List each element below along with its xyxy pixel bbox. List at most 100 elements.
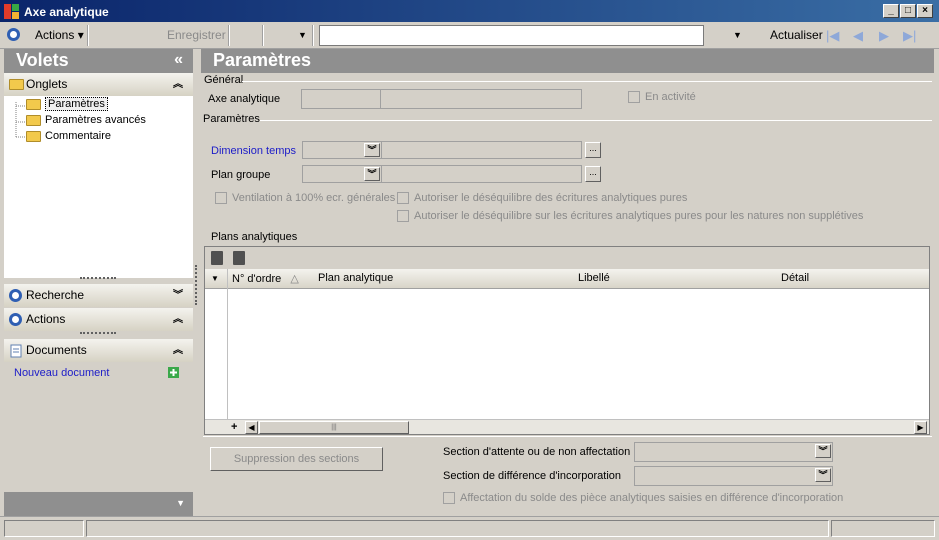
tree-lines [15, 102, 26, 138]
chevron-down-icon[interactable]: ︾ [815, 444, 831, 458]
checkbox-box[interactable] [628, 91, 640, 104]
checkbox-box[interactable] [397, 210, 409, 223]
chevron-up-icon[interactable]: ︽ [173, 308, 183, 331]
ventilation-checkbox[interactable]: Ventilation à 100% ecr. générales [215, 192, 395, 205]
column-header-ordre[interactable]: N° d'ordre △ [232, 272, 299, 285]
autoriser-desequilibre-checkbox[interactable]: Autoriser le déséquilibre des écritures … [397, 192, 687, 205]
print-dropdown-icon[interactable]: ▼ [298, 27, 307, 44]
close-button[interactable]: × [917, 4, 933, 18]
chevron-down-icon[interactable]: ︾ [173, 284, 183, 307]
tab-commentaire[interactable]: Commentaire [26, 129, 111, 144]
toolbar-separator [87, 25, 89, 46]
filter-dropdown-icon[interactable]: ▼ [733, 27, 742, 44]
section-difference-label: Section de différence d'incorporation [443, 470, 622, 482]
checkbox-box[interactable] [443, 492, 455, 505]
column-header-detail[interactable]: Détail [781, 272, 809, 284]
axe-analytique-label: Axe analytique [208, 93, 281, 105]
section-difference-combo[interactable]: ︾ [634, 466, 833, 486]
row-selector-dropdown-icon[interactable]: ▼ [211, 274, 219, 283]
add-row-icon[interactable] [211, 251, 223, 265]
last-record-icon[interactable]: ▶| [903, 27, 916, 44]
chevron-down-icon[interactable]: ︾ [364, 167, 380, 181]
status-cell [86, 520, 829, 537]
splitter-grip[interactable] [80, 277, 116, 281]
add-document-icon[interactable] [168, 367, 179, 378]
actions-menu-button[interactable]: Actions ▾ [35, 27, 84, 44]
checkbox-box[interactable] [397, 192, 409, 205]
app-logo-icon [4, 4, 19, 19]
scroll-right-icon[interactable]: ▶ [914, 421, 927, 434]
actions-section-header[interactable]: Actions ︽ [4, 308, 193, 331]
documents-section-header[interactable]: Documents ︽ [4, 339, 193, 362]
toolbar-separator [312, 25, 314, 46]
row-selector-column [227, 289, 228, 419]
search-input[interactable] [319, 25, 704, 46]
title-bar: Axe analytique _ □ × [0, 0, 939, 22]
checkbox-box[interactable] [215, 192, 227, 205]
sort-ascending-icon: △ [290, 273, 299, 285]
maximize-button[interactable]: □ [900, 4, 916, 18]
onglets-label: Onglets [26, 77, 68, 91]
axe-code-field[interactable] [301, 89, 381, 109]
window-title: Axe analytique [24, 5, 109, 19]
chevron-up-icon[interactable]: ︽ [173, 73, 183, 96]
scroll-left-icon[interactable]: ◀ [245, 421, 258, 434]
splitter-grip[interactable] [80, 332, 116, 336]
dimension-temps-browse-button[interactable]: ... [585, 142, 601, 158]
save-button[interactable]: Enregistrer [167, 27, 226, 44]
chevron-up-icon[interactable]: ︽ [173, 339, 183, 362]
parametres-group-label: Paramètres [203, 113, 260, 125]
chevron-down-icon[interactable]: ︾ [815, 468, 831, 482]
section-attente-combo[interactable]: ︾ [634, 442, 833, 462]
grid-horizontal-scrollbar[interactable]: + ◀ ||| ▶ [205, 419, 929, 434]
en-activite-checkbox[interactable]: En activité [628, 91, 696, 104]
affectation-solde-checkbox[interactable]: Affectation du solde des pièce analytiqu… [443, 492, 843, 505]
axe-description-field[interactable] [380, 89, 582, 109]
document-icon [10, 344, 22, 358]
actions-menu-icon[interactable] [7, 28, 20, 41]
autoriser-desequilibre-natures-checkbox[interactable]: Autoriser le déséquilibre sur les écritu… [397, 210, 863, 223]
onglets-section-header[interactable]: Onglets ︽ [4, 73, 193, 96]
group-divider [260, 120, 932, 121]
tab-parametres[interactable]: Paramètres [26, 97, 108, 112]
column-header-libelle[interactable]: Libellé [578, 272, 610, 284]
section-attente-label: Section d'attente ou de non affectation [443, 446, 631, 458]
vertical-splitter-grip[interactable] [195, 265, 199, 305]
refresh-button[interactable]: Actualiser [770, 27, 823, 44]
folder-icon [9, 79, 24, 90]
expand-down-icon[interactable]: ▼ [176, 498, 185, 508]
grid-header: ▼ N° d'ordre △ Plan analytique Libellé D… [205, 269, 929, 289]
previous-record-icon[interactable]: ◀ [853, 27, 863, 44]
plan-groupe-browse-button[interactable]: ... [585, 166, 601, 182]
left-panel-footer: ▼ [4, 492, 193, 516]
plan-groupe-combo[interactable]: ︾ [302, 165, 382, 183]
expand-rows-icon[interactable]: + [231, 421, 237, 433]
volets-header: Volets « [4, 49, 193, 73]
remove-row-icon[interactable] [233, 251, 245, 265]
status-cell [4, 520, 84, 537]
minimize-button[interactable]: _ [883, 4, 899, 18]
group-divider [242, 81, 932, 82]
plans-analytiques-label: Plans analytiques [211, 231, 298, 243]
tab-parametres-avances[interactable]: Paramètres avancés [26, 113, 146, 128]
page-title: Paramètres [213, 50, 312, 70]
suppression-sections-button[interactable]: Suppression des sections [210, 447, 383, 471]
plan-groupe-description [381, 165, 582, 183]
collapse-panel-button[interactable]: « [174, 51, 183, 69]
scroll-thumb[interactable]: ||| [259, 421, 409, 434]
recherche-icon [9, 289, 22, 302]
plans-analytiques-grid: ▼ N° d'ordre △ Plan analytique Libellé D… [204, 246, 930, 435]
next-record-icon[interactable]: ▶ [879, 27, 889, 44]
first-record-icon[interactable]: |◀ [826, 27, 839, 44]
chevron-down-icon[interactable]: ︾ [364, 143, 380, 157]
footer-divider [203, 436, 932, 437]
column-header-plan[interactable]: Plan analytique [318, 272, 393, 284]
dimension-temps-combo[interactable]: ︾ [302, 141, 382, 159]
parametres-header: Paramètres [201, 49, 934, 73]
toolbar-separator [228, 25, 230, 46]
dimension-temps-description [381, 141, 582, 159]
dimension-temps-label[interactable]: Dimension temps [211, 145, 296, 157]
new-document-link[interactable]: Nouveau document [14, 367, 109, 379]
recherche-section-header[interactable]: Recherche ︾ [4, 284, 193, 307]
open-folder-icon [26, 98, 41, 110]
